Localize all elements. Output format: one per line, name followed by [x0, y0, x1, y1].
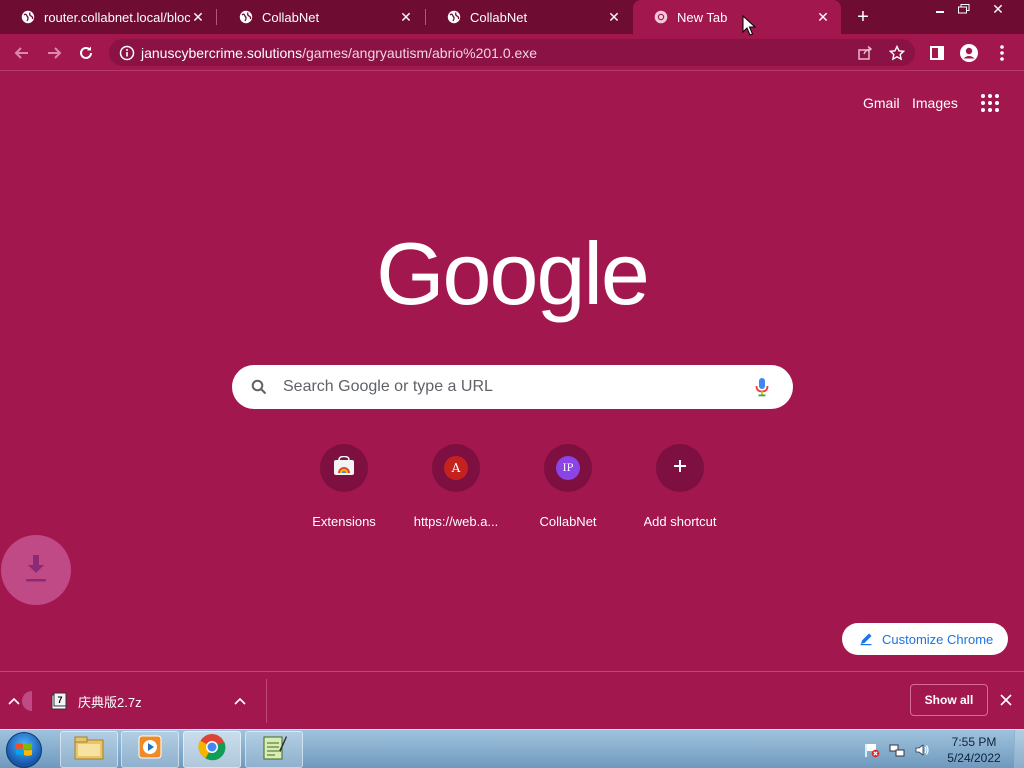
google-logo: Google: [376, 228, 648, 323]
back-button[interactable]: [8, 39, 36, 67]
tab-title: CollabNet: [262, 9, 320, 25]
close-tab-icon[interactable]: ✕: [815, 9, 831, 25]
tab-title: CollabNet: [470, 9, 528, 25]
media-player-icon: [137, 734, 163, 765]
volume-icon[interactable]: [912, 740, 932, 760]
show-all-button[interactable]: Show all: [910, 684, 988, 716]
tab-collabnet-2[interactable]: CollabNet ✕: [426, 0, 632, 34]
address-host: januscybercrime.solutions: [141, 44, 303, 61]
download-shelf: 7 庆典版2.7z Show all: [0, 671, 1024, 729]
forward-button[interactable]: [40, 39, 68, 67]
close-tab-icon[interactable]: ✕: [606, 9, 622, 25]
search-icon: [249, 377, 269, 397]
download-item[interactable]: 7 庆典版2.7z: [44, 680, 266, 722]
avatar-letter: A: [451, 461, 461, 475]
shortcut-add[interactable]: Add shortcut: [624, 444, 736, 530]
address-bar[interactable]: januscybercrime.solutions/games/angryaut…: [109, 39, 915, 66]
close-shelf-icon[interactable]: [996, 690, 1016, 710]
close-tab-icon[interactable]: ✕: [190, 9, 206, 25]
profile-avatar-icon[interactable]: [955, 39, 983, 67]
tab-strip: router.collabnet.local/block ✕ CollabNet…: [0, 0, 1024, 34]
tab-collabnet-1[interactable]: CollabNet ✕: [218, 0, 424, 34]
file-explorer-icon: [74, 734, 104, 765]
restore-button[interactable]: [952, 0, 976, 18]
shortcut-extensions[interactable]: Extensions: [288, 444, 400, 530]
system-tray: [862, 730, 937, 768]
globe-icon: [446, 9, 462, 25]
images-link[interactable]: Images: [912, 95, 958, 111]
taskbar-clock[interactable]: 7:55 PM 5/24/2022: [938, 734, 1010, 766]
archive-file-icon: 7: [50, 692, 68, 710]
shortcut-web-a[interactable]: A https://web.a...: [400, 444, 512, 530]
show-desktop-button[interactable]: [1014, 730, 1024, 768]
shortcut-label: CollabNet: [539, 514, 597, 529]
shortcut-tile: [320, 444, 368, 492]
chevron-up-icon[interactable]: [230, 691, 250, 711]
google-apps-icon[interactable]: [979, 92, 1001, 114]
address-path: /games/angryautism/abrio%201.0.exe: [302, 44, 538, 61]
customize-chrome-button[interactable]: Customize Chrome: [842, 623, 1008, 655]
taskbar-notepad[interactable]: [245, 731, 303, 768]
gmail-link[interactable]: Gmail: [863, 95, 900, 111]
avatar-letter: IP: [562, 462, 574, 474]
shortcut-label: Extensions: [312, 514, 376, 529]
site-info-icon[interactable]: [113, 39, 141, 66]
microphone-icon[interactable]: [750, 375, 774, 399]
network-icon[interactable]: [887, 740, 907, 760]
letter-avatar-icon: A: [444, 456, 468, 480]
reload-button[interactable]: [72, 39, 100, 67]
side-panel-button[interactable]: [923, 39, 951, 67]
download-bubble-button[interactable]: [1, 535, 71, 605]
taskbar-media-player[interactable]: [121, 731, 179, 768]
pencil-icon: [858, 631, 874, 647]
clock-time: 7:55 PM: [951, 735, 997, 749]
shortcut-tile: IP: [544, 444, 592, 492]
tab-divider: [216, 9, 217, 25]
tab-router-block[interactable]: router.collabnet.local/block ✕: [0, 0, 216, 34]
start-button[interactable]: [6, 732, 42, 768]
svg-text:7: 7: [57, 695, 62, 705]
chrome-icon: [653, 9, 669, 25]
shortcut-label: https://web.a...: [413, 514, 499, 529]
share-icon[interactable]: [855, 43, 875, 63]
shelf-divider: [266, 679, 267, 723]
minimize-button[interactable]: [928, 0, 952, 18]
shortcut-tile: A: [432, 444, 480, 492]
shelf-scroll-button[interactable]: [4, 689, 36, 713]
globe-icon: [238, 9, 254, 25]
mouse-cursor-icon: [742, 15, 756, 36]
download-file-name: 庆典版2.7z: [78, 694, 142, 710]
taskbar-file-explorer[interactable]: [60, 731, 118, 768]
close-tab-icon[interactable]: ✕: [398, 9, 414, 25]
bookmark-star-icon[interactable]: [887, 43, 907, 63]
new-tab-button[interactable]: +: [851, 6, 875, 28]
shortcut-tile: [656, 444, 704, 492]
download-arrow-icon: [23, 553, 49, 588]
search-box[interactable]: Search Google or type a URL: [232, 365, 793, 409]
globe-icon: [20, 9, 36, 25]
notepad-icon: [261, 733, 287, 766]
customize-chrome-label: Customize Chrome: [882, 631, 994, 647]
tab-new-tab[interactable]: New Tab ✕: [633, 0, 841, 34]
address-url: januscybercrime.solutions/games/angryaut…: [141, 45, 537, 61]
chrome-icon: [198, 733, 226, 766]
shortcut-label: Add shortcut: [643, 514, 717, 529]
windows-taskbar: 7:55 PM 5/24/2022: [0, 729, 1024, 768]
action-center-flag-icon[interactable]: [862, 740, 882, 760]
tab-title: router.collabnet.local/block: [44, 9, 190, 25]
plus-icon: [672, 458, 688, 479]
chrome-web-store-icon: [333, 455, 355, 481]
letter-avatar-icon: IP: [556, 456, 580, 480]
shortcut-collabnet[interactable]: IP CollabNet: [512, 444, 624, 530]
close-window-button[interactable]: ✕: [980, 0, 1016, 18]
menu-kebab-icon[interactable]: [988, 39, 1016, 67]
clock-date: 5/24/2022: [947, 751, 1001, 765]
taskbar-chrome[interactable]: [183, 731, 241, 768]
search-input[interactable]: Search Google or type a URL: [283, 378, 750, 396]
google-logo-text: Google: [376, 228, 648, 323]
